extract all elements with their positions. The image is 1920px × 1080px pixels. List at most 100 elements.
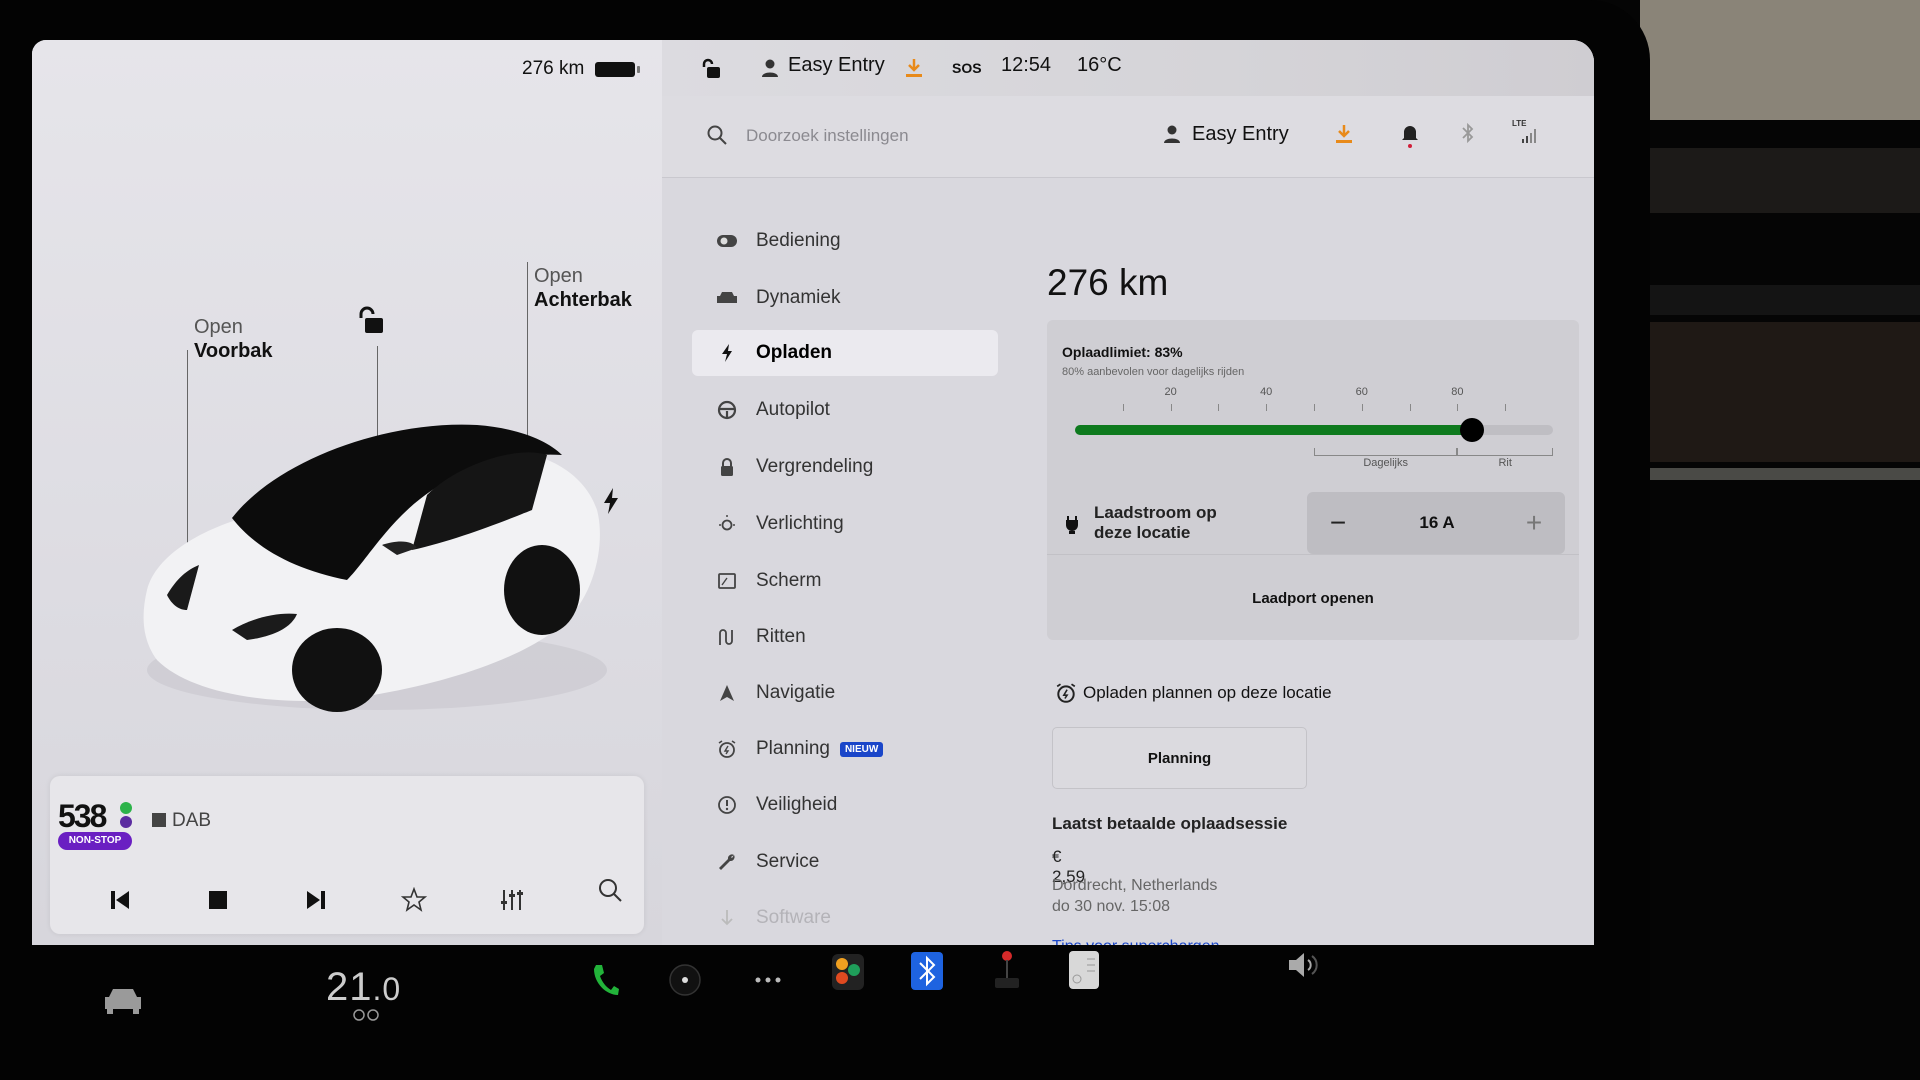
radio-icon	[152, 813, 166, 827]
scale-tick	[1457, 404, 1459, 411]
radio-station-logo[interactable]: 538 NON-STOP	[58, 798, 136, 854]
volume-button[interactable]	[1282, 945, 1326, 985]
charge-limit-fill	[1075, 425, 1472, 435]
toybox-button[interactable]	[985, 945, 1029, 995]
menu-label: Scherm	[756, 570, 822, 591]
download-arrow-icon	[714, 907, 740, 929]
last-session-date: do 30 nov. 15:08	[1052, 898, 1171, 915]
seat-heater-icon[interactable]	[350, 1008, 382, 1022]
download-icon[interactable]	[1334, 123, 1354, 145]
decrease-current-button[interactable]: −	[1313, 492, 1363, 554]
last-session-location: Dordrecht, Netherlands	[1052, 877, 1218, 894]
menu-item-scherm[interactable]: Scherm	[692, 558, 998, 604]
menu-item-navigatie[interactable]: Navigatie	[692, 670, 998, 716]
last-session-title: Laatst betaalde oplaadsessie	[1052, 814, 1288, 833]
media-source: DAB	[152, 810, 211, 832]
search-icon	[707, 125, 727, 145]
header-profile[interactable]: Easy Entry	[1192, 123, 1289, 146]
planning-button[interactable]: Planning	[1052, 727, 1307, 789]
logo-dot	[120, 816, 132, 828]
menu-item-vergrendeling[interactable]: Vergrendeling	[692, 444, 998, 490]
alarm-clock-icon	[714, 738, 740, 760]
increase-current-button[interactable]: +	[1509, 492, 1559, 554]
lte-signal-icon	[1522, 129, 1536, 143]
download-icon[interactable]	[904, 57, 924, 79]
open-frunk-button[interactable]: Open Voorbak	[194, 315, 273, 363]
search-icon	[599, 879, 622, 902]
outside-temperature: 16°C	[1077, 54, 1122, 76]
equalizer-button[interactable]	[494, 882, 530, 918]
menu-label: Dynamiek	[756, 287, 841, 308]
car-button[interactable]	[98, 980, 148, 1020]
settings-header: Doorzoek instellingen Easy Entry LTE	[662, 96, 1594, 178]
bluetooth-icon	[911, 952, 943, 990]
alert-circle-icon	[714, 794, 740, 816]
status-profile[interactable]: Easy Entry	[788, 54, 885, 77]
more-apps-button[interactable]	[748, 960, 788, 1000]
frunk-line1: Open	[194, 316, 243, 338]
sos-button[interactable]: SOS	[952, 60, 982, 76]
phone-button[interactable]	[585, 960, 625, 1000]
bluetooth-button[interactable]	[905, 947, 949, 995]
lock-status-icon[interactable]	[700, 58, 722, 80]
menu-label: Autopilot	[756, 399, 830, 420]
plug-icon	[1066, 516, 1078, 534]
unlocked-lock-icon[interactable]	[355, 306, 385, 336]
alarm-clock-icon	[1056, 683, 1076, 703]
favorite-button[interactable]	[396, 882, 432, 918]
menu-label: Vergrendeling	[756, 456, 874, 477]
steering-wheel-icon	[714, 399, 740, 421]
phone-icon	[594, 965, 619, 995]
scale-label: 80	[1451, 386, 1464, 398]
menu-label: Navigatie	[756, 682, 836, 703]
charge-limit-slider[interactable]	[1075, 418, 1553, 442]
trunk-line2: Achterbak	[534, 289, 632, 311]
menu-item-planning[interactable]: Planning NIEUW	[692, 726, 998, 772]
menu-item-service[interactable]: Service	[692, 839, 998, 885]
scale-label: 20	[1164, 386, 1177, 398]
wrench-icon	[714, 851, 740, 873]
scene: 276 km Open Voorbak Open Achterbak 538 N…	[0, 0, 1920, 1080]
menu-item-opladen[interactable]: Opladen	[692, 330, 998, 376]
scale-tick	[1361, 404, 1363, 411]
star-icon	[401, 887, 427, 912]
stop-button[interactable]	[200, 882, 236, 918]
cabin-temperature[interactable]: 21.0	[326, 965, 401, 1010]
charging-range: 276 km	[1047, 262, 1169, 303]
charge-limit-handle[interactable]	[1459, 418, 1484, 442]
joystick-icon	[995, 951, 1019, 988]
status-range: 276 km	[522, 58, 585, 79]
menu-item-verlichting[interactable]: Verlichting	[692, 501, 998, 547]
menu-item-veiligheid[interactable]: Veiligheid	[692, 782, 998, 828]
taskbar	[0, 950, 1650, 1080]
display-icon	[714, 570, 740, 592]
scale-tick	[1266, 404, 1268, 411]
menu-item-software[interactable]: Software	[692, 895, 998, 941]
open-trunk-button[interactable]: Open Achterbak	[534, 264, 632, 312]
next-button[interactable]	[298, 882, 334, 918]
open-charge-port-button[interactable]: Laadport openen	[1047, 556, 1579, 640]
supercharging-tips-link[interactable]: Tips voor superchargen	[1052, 938, 1220, 945]
media-search-button[interactable]	[592, 872, 628, 908]
previous-icon	[111, 891, 129, 909]
menu-item-ritten[interactable]: Ritten	[692, 614, 998, 660]
light-icon	[714, 513, 740, 535]
bluetooth-icon[interactable]	[1460, 122, 1476, 144]
charge-limit-card: Oplaadlimiet: 83% 80% aanbevolen voor da…	[1047, 320, 1579, 640]
battery-icon	[595, 62, 640, 77]
menu-item-dynamiek[interactable]: Dynamiek	[692, 275, 998, 321]
menu-item-bediening[interactable]: Bediening	[692, 218, 998, 264]
calendar-button[interactable]	[1062, 945, 1106, 995]
trips-icon	[714, 626, 740, 648]
media-player: 538 NON-STOP DAB	[50, 776, 644, 934]
games-button[interactable]	[826, 950, 870, 994]
user-icon	[762, 59, 778, 77]
scale-label: 40	[1260, 386, 1273, 398]
source-label: DAB	[172, 810, 212, 831]
dashboard-background	[1640, 0, 1920, 120]
menu-item-autopilot[interactable]: Autopilot	[692, 387, 998, 433]
settings-search-input[interactable]: Doorzoek instellingen	[746, 126, 909, 146]
previous-button[interactable]	[102, 882, 138, 918]
bell-icon[interactable]	[1400, 122, 1420, 148]
camera-button[interactable]	[665, 960, 705, 1000]
